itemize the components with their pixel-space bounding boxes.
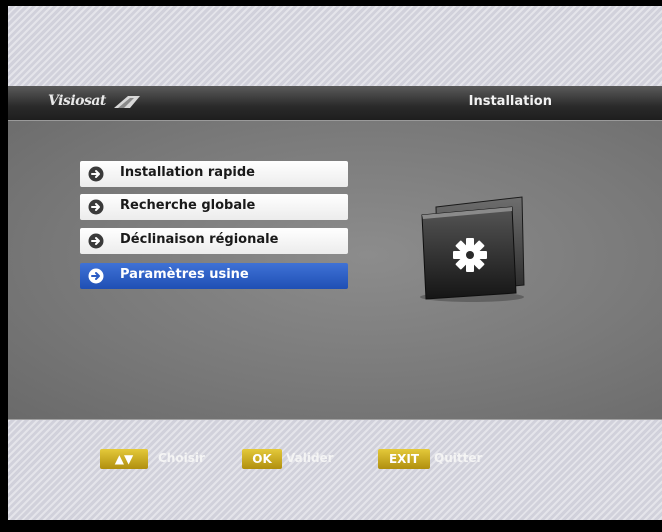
page-title: Installation (468, 94, 552, 109)
arrow-circle-icon (88, 166, 104, 182)
exit-key-badge: EXIT (378, 449, 430, 469)
header-bar: Visiosat Installation (8, 86, 662, 121)
footer-hint-label: Valider (286, 451, 334, 465)
top-background (8, 6, 662, 86)
arrow-circle-icon (88, 199, 104, 215)
main-panel: Installation rapide Recherche globale Dé… (8, 121, 662, 420)
menu-item-parametres-usine[interactable]: Paramètres usine (80, 263, 348, 289)
tv-screen: Visiosat Installation Installation rapid… (0, 0, 662, 532)
footer-background (8, 420, 662, 520)
arrow-circle-icon (88, 233, 104, 249)
settings-folder-icon (420, 196, 525, 302)
menu-item-recherche-globale[interactable]: Recherche globale (80, 194, 348, 220)
menu-item-label: Recherche globale (120, 198, 256, 213)
ok-key-badge: OK (242, 449, 282, 469)
menu-item-label: Paramètres usine (120, 267, 249, 282)
arrow-circle-icon (88, 268, 104, 284)
menu-item-declinaison-regionale[interactable]: Déclinaison régionale (80, 228, 348, 254)
brand-swoosh-icon (114, 96, 140, 108)
footer-hint-label: Choisir (158, 451, 205, 465)
bottom-border (0, 520, 662, 532)
brand-logo: Visiosat (48, 93, 106, 109)
menu-item-label: Déclinaison régionale (120, 232, 279, 247)
menu-item-installation-rapide[interactable]: Installation rapide (80, 161, 348, 187)
footer-hint-label: Quitter (434, 451, 483, 465)
up-down-key-badge: ▲▼ (100, 449, 148, 469)
menu-item-label: Installation rapide (120, 165, 255, 180)
